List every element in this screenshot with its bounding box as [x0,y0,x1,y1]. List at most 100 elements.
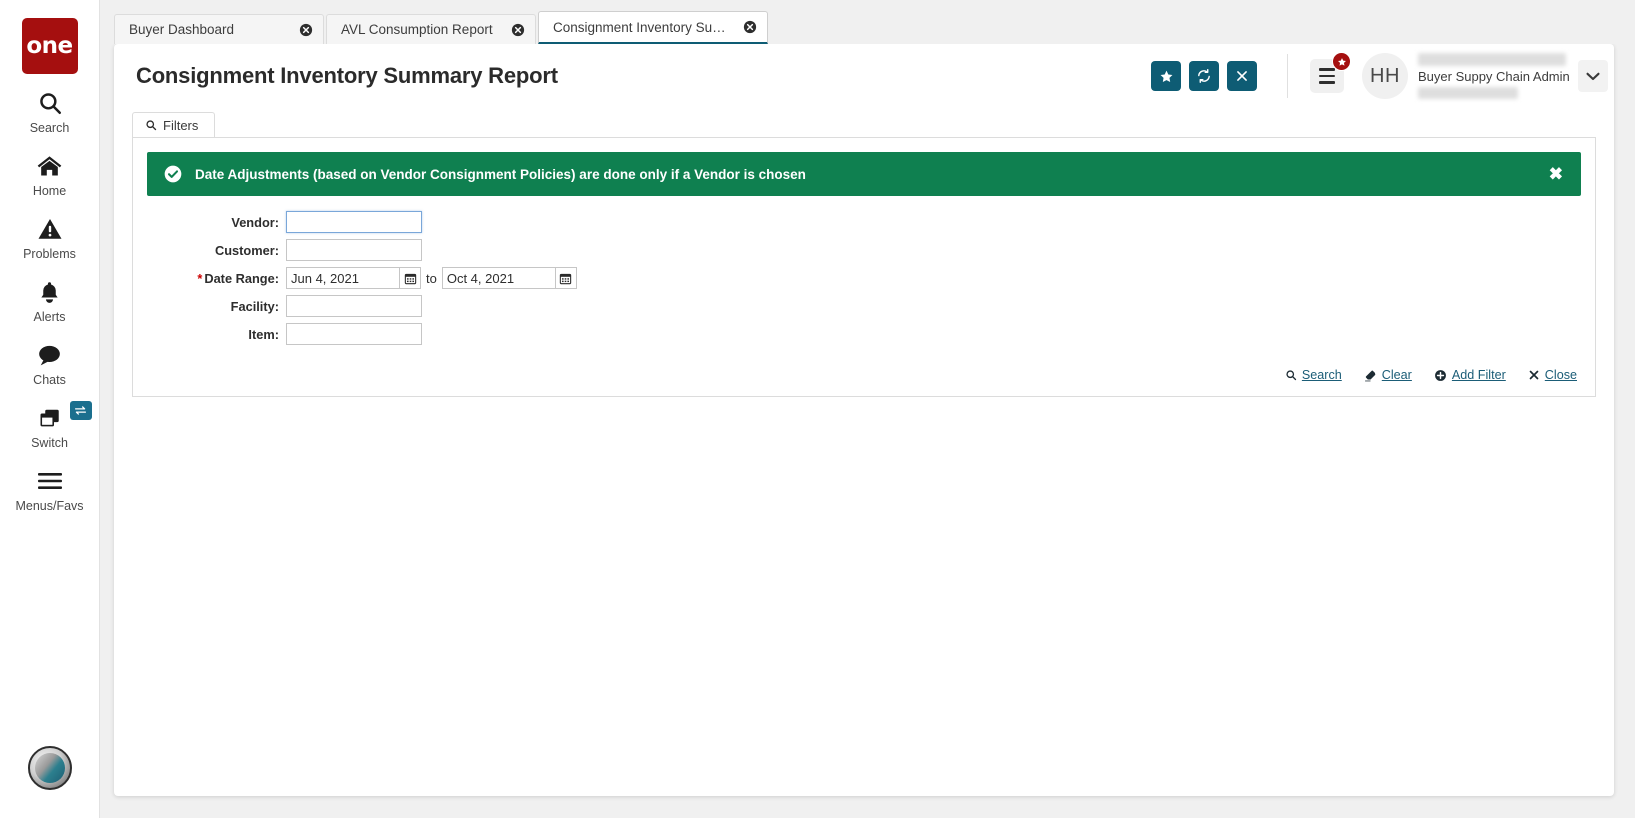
user-info[interactable]: Buyer Suppy Chain Admin [1418,53,1570,99]
field-row-facility: Facility: [147,294,1581,318]
close-icon[interactable] [743,20,757,34]
application-window: one Search Home Problems Alerts Chats Sw… [0,0,1635,818]
page-title: Consignment Inventory Summary Report [136,63,558,88]
field-row-customer: Customer: [147,238,1581,262]
tab-filters[interactable]: Filters [132,112,216,137]
warning-triangle-icon [37,214,63,244]
filter-actions: Search Clear Add Filter Close [147,368,1581,382]
x-icon [1237,71,1247,81]
tab-avl-consumption-report[interactable]: AVL Consumption Report [326,14,536,44]
filters-section: Filters Date Adjustments (based on Vendo… [114,112,1614,397]
tab-buyer-dashboard[interactable]: Buyer Dashboard [114,14,324,44]
calendar-glyph [560,273,572,284]
sidebar-item-label: Alerts [33,310,66,324]
clear-link-label: Clear [1381,368,1412,382]
avatar-initials: HH [1370,64,1400,87]
user-role: Buyer Suppy Chain Admin [1418,68,1570,84]
date-to-group [441,267,577,289]
search-icon [37,88,63,118]
page-container: Consignment Inventory Summary Report HH … [114,44,1614,796]
close-link-label: Close [1544,368,1577,382]
calendar-icon[interactable] [554,267,577,289]
header-divider [1287,54,1288,98]
star-badge-icon [1332,52,1351,71]
add-filter-link[interactable]: Add Filter [1434,368,1506,382]
customer-input[interactable] [286,239,422,261]
menu-button-wrapper [1310,52,1351,93]
user-menu-dropdown[interactable] [1578,60,1608,92]
redacted-user-name [1418,53,1566,66]
refresh-button[interactable] [1189,61,1219,91]
bell-icon [37,277,62,307]
info-alert: Date Adjustments (based on Vendor Consig… [147,152,1581,196]
refresh-icon [1198,69,1210,83]
star-icon [1160,70,1172,82]
item-input[interactable] [286,323,422,345]
check-circle-icon [164,165,182,183]
sidebar-item-chats[interactable]: Chats [0,326,100,389]
sidebar-item-label: Problems [23,247,76,261]
logo-text: one [26,33,73,59]
required-marker: * [197,270,203,286]
calendar-icon[interactable] [399,267,421,289]
workspace: Buyer Dashboard AVL Consumption Report C… [100,0,1635,818]
field-row-date-range: * Date Range: Jun 4, 2021 to Oct 4, 2021 [147,266,1581,290]
filters-tabstrip: Filters [132,112,1596,137]
chevron-down-icon [1586,72,1600,80]
left-navigation-rail: one Search Home Problems Alerts Chats Sw… [0,0,100,818]
assistant-bot-avatar[interactable] [27,746,72,790]
sidebar-item-home[interactable]: Home [0,137,100,200]
close-link[interactable]: Close [1528,368,1577,382]
switch-arrows-icon[interactable] [69,401,92,420]
vendor-input[interactable] [286,211,422,233]
date-range-label-text: Date Range: [204,270,279,286]
tab-label: Buyer Dashboard [129,22,235,37]
avatar[interactable]: HH [1362,53,1408,99]
search-link-label: Search [1301,368,1342,382]
sidebar-item-menus-favs[interactable]: Menus/Favs [0,452,100,515]
home-icon [36,151,63,181]
tab-consignment-inventory-summary[interactable]: Consignment Inventory Summar... [538,11,768,44]
vendor-label: Vendor: [231,214,279,230]
bot-face-icon [34,753,65,783]
x-icon [1528,369,1540,381]
sidebar-item-label: Chats [33,373,66,387]
filter-fields: Vendor: Customer: * Date Range: Jun 4, 2… [147,196,1581,346]
close-icon[interactable] [511,23,525,37]
close-icon[interactable] [299,23,313,37]
date-from-group [286,267,421,289]
facility-label: Facility: [230,298,279,314]
sidebar-item-label: Home [32,184,67,198]
sidebar-item-problems[interactable]: Problems [0,200,100,263]
sidebar-item-alerts[interactable]: Alerts [0,263,100,326]
search-icon [1285,369,1297,381]
windows-stack-icon [36,403,63,433]
header-actions: HH Buyer Suppy Chain Admin [1143,44,1614,108]
filters-panel: Date Adjustments (based on Vendor Consig… [132,137,1596,397]
sidebar-item-label: Switch [31,436,68,450]
field-row-item: Item: [147,322,1581,346]
add-filter-link-label: Add Filter [1451,368,1506,382]
sidebar-item-label: Search [29,121,70,135]
date-range-label: * Date Range: [147,271,286,286]
sidebar-item-label: Menus/Favs [15,499,84,513]
one-network-logo[interactable]: one [21,18,78,74]
tab-label: Consignment Inventory Summar... [553,19,733,35]
field-row-vendor: Vendor: [147,210,1581,234]
favorite-button[interactable] [1151,61,1181,91]
date-from-input[interactable] [286,267,399,289]
sidebar-item-search[interactable]: Search [0,74,100,137]
search-link[interactable]: Search [1285,368,1342,382]
plus-circle-icon [1434,369,1447,382]
search-icon [146,120,157,131]
hamburger-icon [36,466,64,496]
alert-close-icon[interactable]: ✖ [1549,166,1563,183]
sidebar-item-switch[interactable]: Switch [0,389,100,452]
tab-bar: Buyer Dashboard AVL Consumption Report C… [100,0,1635,44]
close-button[interactable] [1227,61,1257,91]
clear-link[interactable]: Clear [1364,368,1412,382]
alert-message: Date Adjustments (based on Vendor Consig… [195,166,806,182]
date-to-input[interactable] [441,267,555,289]
tab-filters-label: Filters [163,117,199,133]
facility-input[interactable] [286,295,422,317]
